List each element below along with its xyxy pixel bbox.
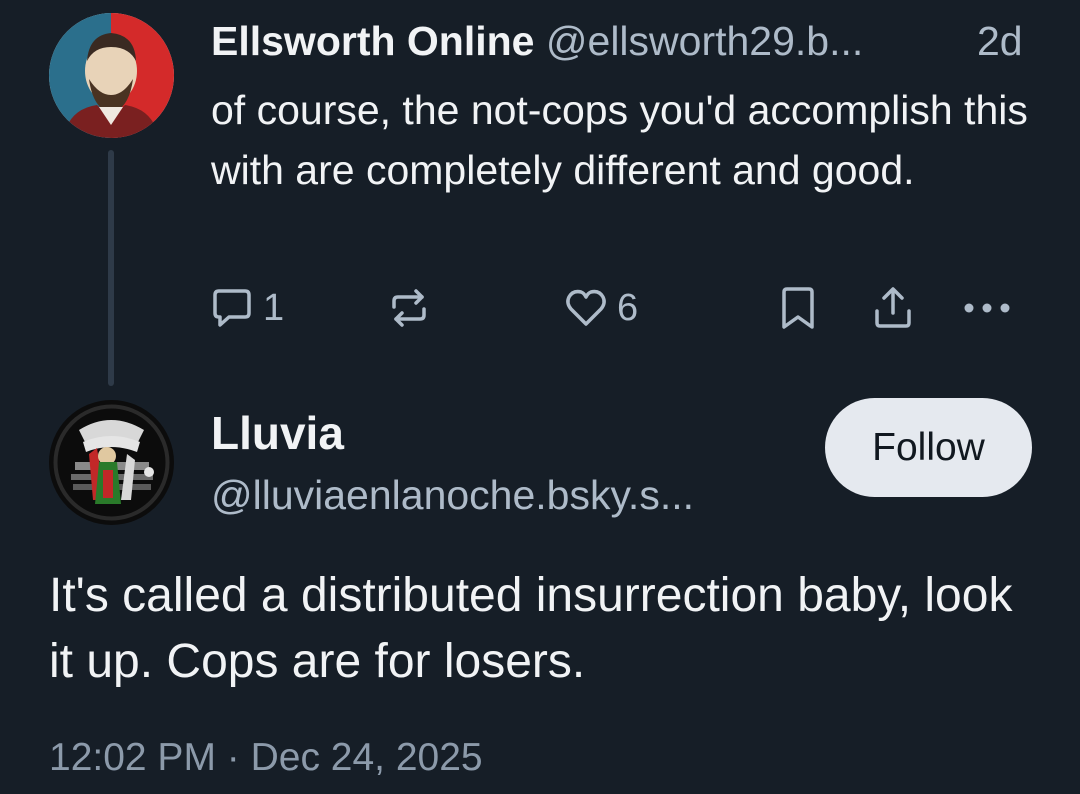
- bookmark-icon: [776, 285, 820, 331]
- main-post-text: It's called a distributed insurrection b…: [49, 569, 1013, 688]
- repost-icon: [386, 285, 432, 331]
- share-icon: [870, 285, 916, 331]
- reply-icon: [209, 285, 255, 331]
- bookmark-button[interactable]: [776, 283, 820, 333]
- author-avatar[interactable]: [49, 13, 174, 138]
- author-handle[interactable]: @ellsworth29.b...: [546, 18, 863, 64]
- author-avatar[interactable]: [49, 400, 174, 525]
- like-button[interactable]: 6: [563, 283, 638, 333]
- author-name[interactable]: Ellsworth Online: [211, 18, 534, 64]
- author-handle[interactable]: @lluviaenlanoche.bsky.s...: [211, 468, 694, 522]
- post-timestamp: 12:02 PM · Dec 24, 2025: [49, 736, 483, 779]
- post-time[interactable]: 2d: [977, 17, 1023, 65]
- thread-line: [108, 150, 114, 386]
- more-options-button[interactable]: [960, 283, 1014, 333]
- parent-post-text: of course, the not-cops you'd accomplish…: [211, 87, 1028, 193]
- parent-post-header: Ellsworth Online @ellsworth29.b... 2d: [211, 17, 1041, 65]
- more-icon: [960, 285, 1014, 331]
- like-count: 6: [617, 286, 639, 329]
- follow-button[interactable]: Follow: [825, 398, 1032, 497]
- repost-button[interactable]: [386, 283, 432, 333]
- reply-button[interactable]: 1: [209, 283, 284, 333]
- author-name[interactable]: Lluvia: [211, 405, 344, 461]
- reply-count: 1: [263, 286, 285, 329]
- share-button[interactable]: [870, 283, 916, 333]
- heart-icon: [563, 285, 609, 331]
